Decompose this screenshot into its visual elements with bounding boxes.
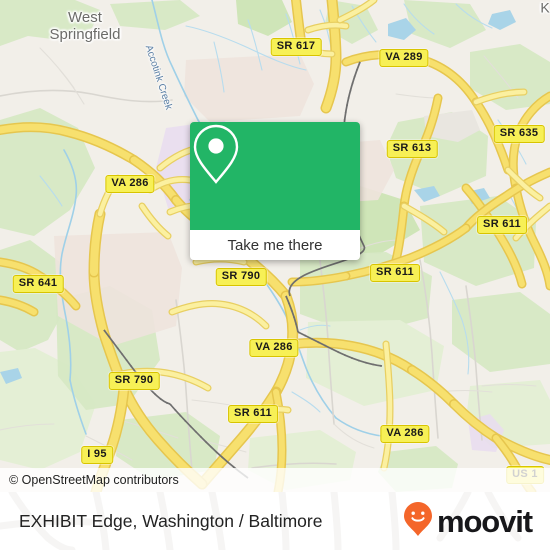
road-shield-va-289[interactable]: VA 289: [379, 49, 429, 67]
map-canvas[interactable]: .land{fill:#f2efe9} .green{fill:#d6e8c4;…: [0, 0, 550, 492]
road-shield-sr-617[interactable]: SR 617: [270, 38, 322, 56]
take-me-there-label: Take me there: [227, 236, 323, 254]
road-shield-sr-611-lower[interactable]: SR 611: [228, 405, 278, 423]
moovit-pin-smiley-icon: [403, 501, 433, 542]
place-label-line1: West: [68, 9, 102, 26]
road-shield-va-286-lower[interactable]: VA 286: [380, 425, 430, 443]
road-shield-sr-613[interactable]: SR 613: [386, 140, 438, 158]
road-shield-sr-790-upper[interactable]: SR 790: [215, 268, 267, 286]
road-shield-sr-641[interactable]: SR 641: [12, 275, 64, 293]
take-me-there-card[interactable]: Take me there: [190, 122, 360, 260]
place-label-line2: Springfield: [49, 26, 121, 43]
road-shield-sr-635[interactable]: SR 635: [493, 125, 545, 143]
road-shield-va-286-mid[interactable]: VA 286: [249, 339, 299, 357]
map-attribution[interactable]: © OpenStreetMap contributors: [0, 468, 550, 492]
road-shield-sr-611-mid[interactable]: SR 611: [370, 264, 420, 282]
attribution-text: © OpenStreetMap contributors: [9, 473, 179, 487]
bottom-info-bar: EXHIBIT Edge, Washington / Baltimore moo…: [0, 492, 550, 550]
moovit-brand[interactable]: moovit: [403, 501, 533, 542]
place-label-partial-top-right: K: [540, 0, 550, 16]
place-label-west-springfield: West Springfield: [50, 9, 121, 43]
popup-green-panel: [190, 122, 360, 230]
venue-title: EXHIBIT Edge, Washington / Baltimore: [19, 510, 323, 531]
moovit-wordmark: moovit: [436, 503, 533, 539]
road-shield-sr-611-east[interactable]: SR 611: [477, 216, 527, 234]
road-shield-sr-790-lower[interactable]: SR 790: [108, 372, 160, 390]
road-shield-i-95[interactable]: I 95: [81, 446, 113, 464]
screenshot-root: .land{fill:#f2efe9} .green{fill:#d6e8c4;…: [0, 0, 550, 550]
popup-footer[interactable]: Take me there: [190, 230, 360, 260]
road-shield-va-286-west[interactable]: VA 286: [105, 175, 155, 193]
